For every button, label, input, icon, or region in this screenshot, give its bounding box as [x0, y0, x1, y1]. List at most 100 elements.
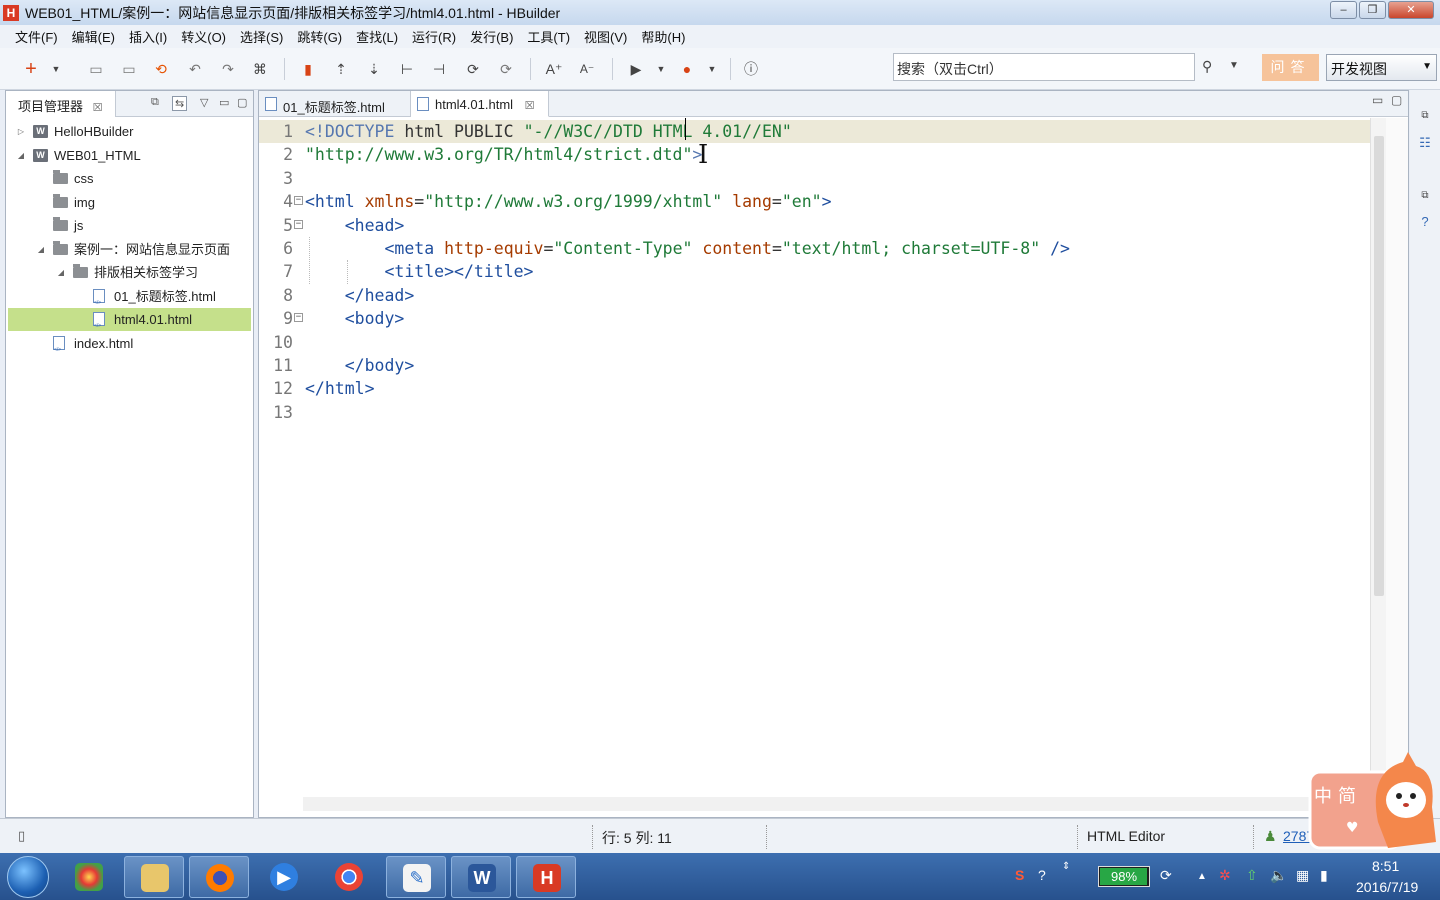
close-button[interactable]: ✕ [1388, 1, 1434, 19]
tree-item-1[interactable]: ◢ W WEB01_HTML [8, 144, 251, 167]
tree-item-2[interactable]: css [8, 167, 251, 190]
restore-icon[interactable]: ⧉ [1417, 190, 1433, 206]
search-dropdown-icon[interactable]: ▼ [1229, 60, 1239, 71]
taskbar-app-explorer[interactable] [124, 856, 184, 898]
tree-item-4[interactable]: js [8, 214, 251, 237]
vertical-scrollbar[interactable] [1370, 118, 1386, 795]
volume-icon[interactable]: 🔈 [1270, 867, 1287, 884]
code-line[interactable]: 4− <html xmlns="http://www.w3.org/1999/xh… [259, 190, 1375, 213]
code-line[interactable]: 11 </body> [259, 354, 1375, 377]
font-increase-icon[interactable]: A⁺ [545, 60, 563, 78]
help-icon[interactable]: ? [1038, 867, 1046, 883]
collapse-icon[interactable]: ◢ [16, 144, 26, 167]
menu-edit[interactable]: 编辑(E) [65, 27, 122, 46]
code-line[interactable]: 6 <meta http-equiv="Content-Type" conten… [259, 237, 1375, 260]
menu-escape[interactable]: 转义(O) [174, 27, 233, 46]
code-line[interactable]: 12 </html> [259, 377, 1375, 400]
close-icon[interactable]: ☒ [525, 100, 535, 112]
bookmark-icon[interactable]: ▮ [299, 60, 317, 78]
ime-mode-simplified[interactable]: 简 [1338, 782, 1356, 808]
taskbar-app-notepad[interactable]: ✎ [386, 856, 446, 898]
tree-item-9[interactable]: index.html [8, 332, 251, 362]
uncomment-icon[interactable]: ⟳ [497, 60, 515, 78]
maximize-panel-icon[interactable]: ▢ [237, 96, 247, 109]
taskbar-app-player[interactable]: ▶ [254, 856, 314, 898]
next-bookmark-icon[interactable]: ⇣ [365, 60, 383, 78]
fold-toggle-icon[interactable]: − [294, 313, 303, 323]
ime-fox-widget[interactable]: ♥ 中 简 [1308, 752, 1440, 852]
ime-mode-cn[interactable]: 中 [1314, 782, 1332, 808]
minimize-editor-icon[interactable]: ▭ [1372, 93, 1383, 107]
menu-file[interactable]: 文件(F) [8, 27, 65, 46]
start-button[interactable] [7, 856, 49, 898]
tree-item-7[interactable]: 01_标题标签.html [8, 285, 251, 315]
browser-preview-icon[interactable]: ● [678, 60, 696, 78]
new-dropdown-icon[interactable]: ▼ [47, 60, 65, 78]
gear-icon[interactable]: ✲ [1219, 867, 1231, 884]
menu-insert[interactable]: 插入(I) [122, 27, 174, 46]
code-line[interactable]: 10 [259, 331, 1375, 354]
menu-view[interactable]: 视图(V) [577, 27, 634, 46]
expand-icon[interactable]: ▷ [16, 120, 26, 143]
tree-item-3[interactable]: img [8, 191, 251, 214]
fold-toggle-icon[interactable]: − [294, 219, 303, 229]
save-all-icon[interactable]: ▭ [120, 60, 138, 78]
expand-icon[interactable]: ⇕ [1062, 861, 1070, 872]
font-decrease-icon[interactable]: A⁻ [578, 60, 596, 78]
tree-item-6[interactable]: ◢ 排版相关标签学习 [8, 261, 251, 284]
code-line[interactable]: 7 <title></title> [259, 260, 1375, 283]
code-line[interactable]: 13 [259, 401, 1375, 424]
minimize-panel-icon[interactable]: ▭ [219, 96, 229, 109]
menu-run[interactable]: 运行(R) [405, 27, 463, 46]
refresh-icon[interactable]: ⟳ [1160, 867, 1172, 884]
new-file-icon[interactable]: + [22, 59, 40, 79]
view-menu-icon[interactable]: ▽ [200, 96, 208, 109]
taskbar-app-chrome[interactable] [319, 856, 379, 898]
code-editor[interactable]: 1 <!DOCTYPE html PUBLIC "-//W3C//DTD HTML… [259, 118, 1375, 796]
power-icon[interactable]: ▮ [1320, 867, 1328, 884]
goto-end-icon[interactable]: ⊣ [430, 60, 448, 78]
menu-goto[interactable]: 跳转(G) [290, 27, 349, 46]
search-icon[interactable]: ⚲ [1202, 58, 1212, 75]
tree-item-5[interactable]: ◢ 案例一：网站信息显示页面 [8, 238, 251, 261]
taskbar-app-hbuilder[interactable]: H [516, 856, 576, 898]
format-icon[interactable]: ⌘ [251, 60, 269, 78]
sogou-icon[interactable]: S [1015, 867, 1024, 883]
menu-tools[interactable]: 工具(T) [520, 27, 577, 46]
clock-date[interactable]: 2016/7/19 [1356, 879, 1418, 895]
tree-item-8[interactable]: html4.01.html [8, 308, 251, 338]
minimize-button[interactable]: ‒ [1330, 1, 1357, 19]
run-dropdown-icon[interactable]: ▼ [652, 60, 670, 78]
code-line[interactable]: 3 [259, 167, 1375, 190]
tab-html401-html[interactable]: html4.01.html ☒ [411, 91, 549, 117]
save-icon[interactable]: ▭ [87, 60, 105, 78]
tree-item-0[interactable]: ▷ W HelloHBuilder [8, 120, 251, 143]
view-select[interactable]: 开发视图 ▼ [1326, 54, 1437, 81]
code-line[interactable]: 5− <head> [259, 214, 1375, 237]
status-toggle-icon[interactable]: ▯ [18, 828, 25, 844]
run-icon[interactable]: ▶ [627, 60, 645, 78]
collapse-all-icon[interactable]: ⧉ [151, 96, 159, 109]
fold-toggle-icon[interactable]: − [294, 196, 303, 206]
maximize-button[interactable]: ❐ [1359, 1, 1386, 19]
code-line[interactable]: 9− <body> [259, 307, 1375, 330]
code-line[interactable]: 8 </head> [259, 284, 1375, 307]
show-hidden-icons[interactable]: ▲ [1197, 871, 1207, 882]
close-icon[interactable]: ☒ [93, 102, 103, 114]
redo-icon[interactable]: ↷ [219, 60, 237, 78]
battery-indicator[interactable]: 98% [1098, 866, 1150, 887]
scrollbar-thumb[interactable] [1374, 136, 1384, 596]
taskbar-app-word[interactable]: W [451, 856, 511, 898]
tab-project-manager[interactable]: 项目管理器 ☒ [6, 91, 116, 117]
goto-start-icon[interactable]: ⊢ [398, 60, 416, 78]
restore-icon[interactable]: ⧉ [1417, 110, 1433, 126]
info-icon[interactable]: ⓘ [742, 60, 760, 78]
code-line[interactable]: 2 "http://www.w3.org/TR/html4/strict.dtd"… [259, 143, 1375, 166]
revert-icon[interactable]: ⟲ [152, 60, 170, 78]
browser-dropdown-icon[interactable]: ▼ [703, 60, 721, 78]
collapse-icon[interactable]: ◢ [56, 261, 66, 284]
maximize-editor-icon[interactable]: ▢ [1391, 93, 1402, 107]
taskbar-app-firefox[interactable] [189, 856, 249, 898]
menu-publish[interactable]: 发行(B) [463, 27, 520, 46]
code-line[interactable]: 1 <!DOCTYPE html PUBLIC "-//W3C//DTD HTML… [259, 120, 1375, 144]
